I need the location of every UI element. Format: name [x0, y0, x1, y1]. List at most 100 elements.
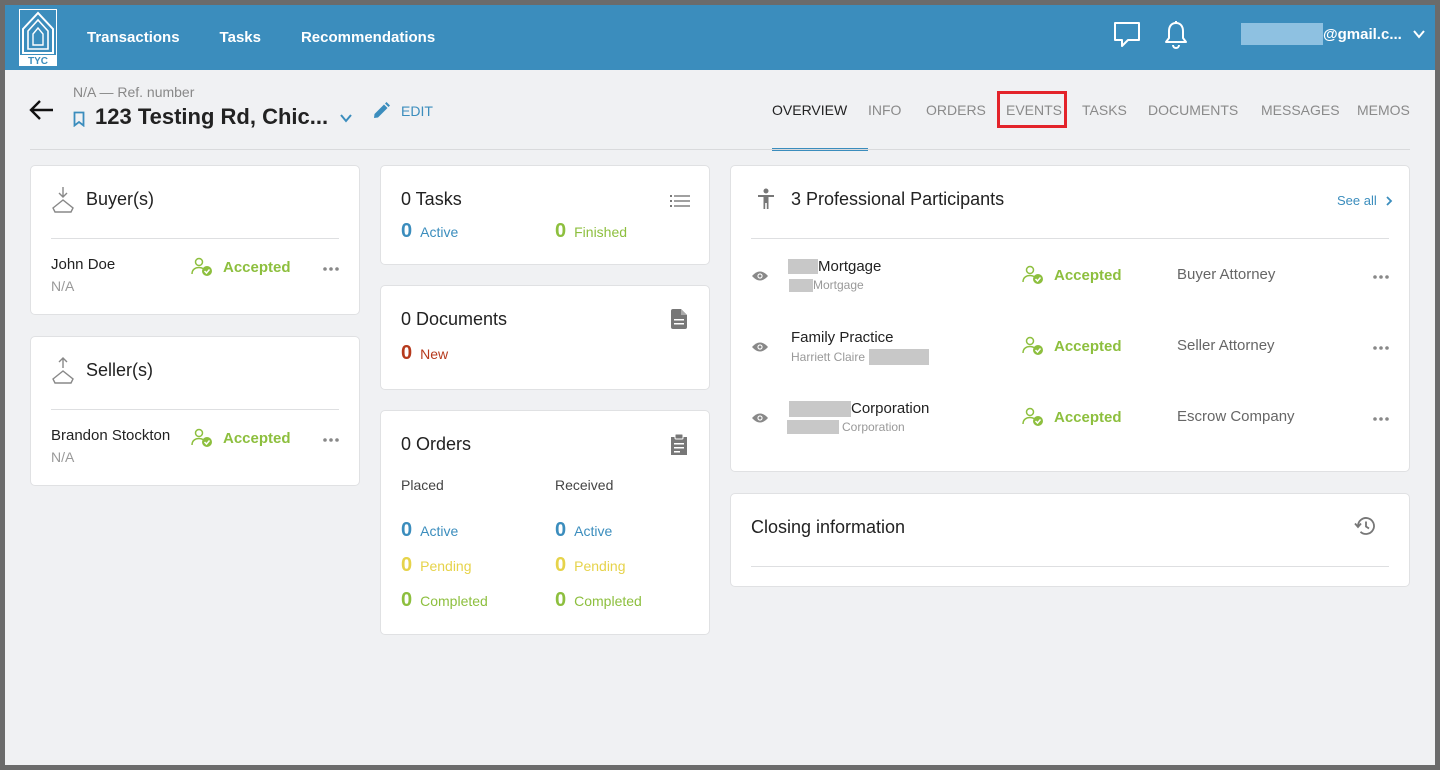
- seller-name: Brandon Stockton: [51, 427, 171, 444]
- redacted-sub: [787, 420, 839, 434]
- documents-new: 0 New: [401, 342, 449, 364]
- user-email: @gmail.c...: [1323, 25, 1402, 43]
- seller-status: Accepted: [191, 428, 291, 448]
- orders-card[interactable]: 0 Orders Placed Received 0 Active 0 Pendin…: [380, 410, 710, 635]
- placed-active: 0 Active: [401, 519, 459, 541]
- clipboard-icon: [671, 434, 687, 455]
- buyer-sub: N/A: [51, 278, 75, 294]
- participant-more-icon[interactable]: [1372, 416, 1390, 422]
- history-icon[interactable]: [1354, 516, 1376, 536]
- top-bar: TYC Transactions Tasks Recommendations @…: [5, 5, 1435, 70]
- tab-messages[interactable]: MESSAGES: [1261, 93, 1357, 151]
- seller-more-icon[interactable]: [322, 437, 340, 443]
- redacted-name: [788, 259, 818, 274]
- buyer-status: Accepted: [191, 257, 291, 277]
- chevron-right-icon: [1386, 195, 1393, 206]
- tab-memos[interactable]: MEMOS: [1357, 93, 1417, 151]
- received-pending: 0 Pending: [555, 554, 626, 576]
- participant-sub: Corporation: [787, 420, 905, 434]
- chevron-down-icon: [1413, 30, 1425, 39]
- participant-sub: Mortgage: [789, 278, 864, 292]
- user-check-icon: [1022, 407, 1043, 426]
- nav-recommendations[interactable]: Recommendations: [301, 29, 435, 46]
- placed-pending: 0 Pending: [401, 554, 472, 576]
- see-all-link[interactable]: See all: [1337, 193, 1393, 208]
- back-arrow-icon[interactable]: [29, 99, 55, 121]
- user-menu[interactable]: @gmail.c...: [1241, 22, 1426, 46]
- orders-title: 0 Orders: [401, 434, 472, 454]
- user-check-icon: [191, 428, 212, 447]
- eye-icon[interactable]: [751, 412, 769, 424]
- participants-card: 3 Professional Participants See all Mort…: [730, 165, 1410, 472]
- participants-divider: [751, 238, 1389, 239]
- received-completed: 0 Completed: [555, 589, 642, 611]
- logo-text: TYC: [28, 56, 48, 66]
- user-check-icon: [1022, 265, 1043, 284]
- ref-number: N/A — Ref. number: [73, 84, 195, 100]
- events-tab-highlight: [997, 91, 1067, 128]
- participant-status: Accepted: [1022, 265, 1122, 285]
- person-icon: [758, 188, 774, 209]
- closing-divider: [751, 566, 1389, 567]
- redacted-sub: [869, 349, 930, 365]
- user-check-icon: [191, 257, 212, 276]
- participant-sub: Harriett Claire: [791, 349, 930, 365]
- participant-role: Escrow Company: [1177, 408, 1295, 425]
- tasks-title: 0 Tasks: [401, 189, 462, 209]
- closing-title: Closing information: [751, 517, 906, 537]
- buyers-title: Buyer(s): [86, 189, 155, 209]
- buyer-more-icon[interactable]: [322, 266, 340, 272]
- buyers-divider: [51, 238, 339, 239]
- tab-overview[interactable]: OVERVIEW: [772, 93, 868, 151]
- participant-status: Accepted: [1022, 407, 1122, 427]
- participant-role: Seller Attorney: [1177, 337, 1275, 354]
- edit-button[interactable]: EDIT: [371, 101, 433, 121]
- document-icon: [671, 309, 687, 329]
- chat-icon[interactable]: [1113, 20, 1141, 48]
- tyc-logo[interactable]: TYC: [19, 9, 57, 66]
- orders-placed-label: Placed: [401, 477, 444, 493]
- bookmark-icon[interactable]: [73, 111, 85, 127]
- user-check-icon: [1022, 336, 1043, 355]
- app-frame: TYC Transactions Tasks Recommendations @…: [5, 5, 1435, 765]
- eye-icon[interactable]: [751, 341, 769, 353]
- nav-tasks[interactable]: Tasks: [220, 29, 261, 46]
- main-nav: Transactions Tasks Recommendations: [87, 5, 435, 70]
- tab-tasks[interactable]: TASKS: [1082, 93, 1148, 151]
- participant-more-icon[interactable]: [1372, 345, 1390, 351]
- tab-orders[interactable]: ORDERS: [926, 93, 1006, 151]
- edit-label: EDIT: [401, 103, 433, 119]
- header-divider: [30, 149, 1410, 150]
- closing-info-card: Closing information: [730, 493, 1410, 587]
- participant-name: Corporation: [789, 400, 929, 417]
- orders-received-label: Received: [555, 477, 614, 493]
- received-active: 0 Active: [555, 519, 613, 541]
- placed-completed: 0 Completed: [401, 589, 488, 611]
- redacted-name: [789, 400, 851, 417]
- nav-transactions[interactable]: Transactions: [87, 29, 180, 46]
- participant-role: Buyer Attorney: [1177, 266, 1276, 283]
- bell-icon[interactable]: [1163, 20, 1189, 50]
- redacted-sub: [789, 278, 813, 292]
- participants-title: 3 Professional Participants: [791, 189, 1005, 209]
- buyer-download-house-icon: [52, 187, 74, 213]
- eye-icon[interactable]: [751, 270, 769, 282]
- seller-upload-house-icon: [52, 357, 74, 384]
- tab-documents[interactable]: DOCUMENTS: [1148, 93, 1261, 151]
- list-icon: [670, 195, 690, 207]
- pencil-icon: [374, 102, 390, 118]
- documents-card[interactable]: 0 Documents 0 New: [380, 285, 710, 390]
- address-chevron-down-icon[interactable]: [339, 111, 353, 125]
- participant-status: Accepted: [1022, 336, 1122, 356]
- seller-status-label: Accepted: [223, 429, 291, 447]
- participant-more-icon[interactable]: [1372, 274, 1390, 280]
- transaction-address: 123 Testing Rd, Chic...: [95, 104, 329, 129]
- participant-name: Mortgage: [788, 258, 881, 275]
- tasks-card[interactable]: 0 Tasks 0 Active 0 Finished: [380, 165, 710, 265]
- buyer-status-label: Accepted: [223, 258, 291, 276]
- see-all-label: See all: [1337, 193, 1377, 208]
- buyers-card: Buyer(s) John Doe N/A Accepted: [30, 165, 360, 315]
- buyer-name: John Doe: [51, 256, 116, 273]
- tab-info[interactable]: INFO: [868, 93, 926, 151]
- seller-sub: N/A: [51, 449, 75, 465]
